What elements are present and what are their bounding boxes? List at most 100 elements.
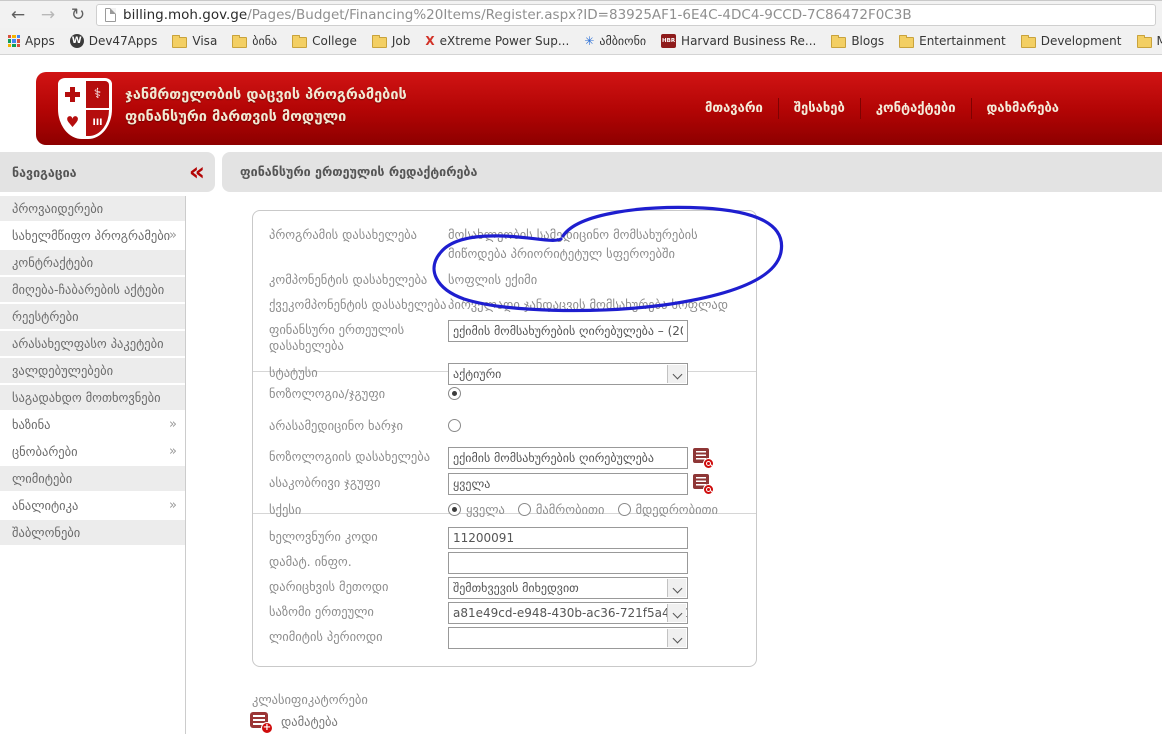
sidebar-item-payment-requests[interactable]: საგადახდო მოთხოვნები bbox=[0, 385, 185, 412]
chevron-down-icon bbox=[667, 604, 686, 622]
bookmark-hbr[interactable]: HBR Harvard Business Re... bbox=[661, 34, 816, 48]
measure-unit-label: საზომი ერთეული bbox=[269, 604, 374, 619]
nav-home[interactable]: მთავარი bbox=[690, 98, 778, 119]
url-path: /Pages/Budget/Financing%20Items/Register… bbox=[247, 6, 912, 23]
bookmark-ambioni[interactable]: ✳ ამბიონი bbox=[584, 34, 646, 48]
limit-period-select[interactable] bbox=[448, 627, 688, 649]
nav-about[interactable]: შესახებ bbox=[777, 98, 860, 119]
browser-toolbar: ← → ↻ billing.moh.gov.ge/Pages/Budget/Fi… bbox=[0, 0, 1162, 28]
age-group-lookup-button[interactable] bbox=[693, 473, 714, 495]
program-value: მოსახლეობის სამედიცინო მომსახურების მიწო… bbox=[448, 227, 698, 262]
folder-icon bbox=[292, 34, 308, 48]
column-icon: III bbox=[92, 117, 103, 128]
artificial-code-input[interactable] bbox=[448, 527, 688, 549]
form-section-codes: ხელოვნური კოდი დამატ. ინფო. დარიცხვის მე… bbox=[253, 513, 756, 649]
magnifier-icon bbox=[703, 483, 714, 495]
sidebar-item-treasury[interactable]: ხაზინა » bbox=[0, 412, 185, 439]
nosology-name-input[interactable] bbox=[448, 446, 688, 469]
bookmark-job[interactable]: Job bbox=[371, 34, 410, 48]
bookmark-label: ბინა bbox=[252, 34, 278, 48]
financial-unit-form: პროგრამის დასახელება მოსახლეობის სამედიც… bbox=[252, 210, 757, 667]
url-text: billing.moh.gov.ge/Pages/Budget/Financin… bbox=[123, 7, 912, 23]
back-icon[interactable]: ← bbox=[6, 2, 30, 28]
folder-icon bbox=[899, 34, 915, 48]
chevron-down-icon bbox=[667, 579, 686, 597]
cross-icon bbox=[65, 86, 80, 102]
plus-icon: + bbox=[261, 722, 273, 734]
refresh-icon[interactable]: ↻ bbox=[66, 2, 90, 28]
bookmark-label: Mind Tools bbox=[1157, 34, 1162, 48]
chevron-right-icon: » bbox=[169, 228, 177, 243]
sidebar-item-label: შაბლონები bbox=[12, 525, 81, 540]
sidebar-item-templates[interactable]: შაბლონები bbox=[0, 520, 185, 547]
sidebar-item-label: ხაზინა bbox=[12, 417, 51, 432]
nav-contacts[interactable]: კონტაქტები bbox=[859, 98, 971, 119]
sex-male-radio[interactable] bbox=[517, 502, 531, 516]
sidebar-item-contracts[interactable]: კონტრაქტები bbox=[0, 250, 185, 277]
sidebar-item-providers[interactable]: პროვაიდერები bbox=[0, 196, 185, 223]
sidebar-item-analytics[interactable]: ანალიტიკა » bbox=[0, 493, 185, 520]
chevron-down-icon bbox=[667, 629, 686, 647]
chevron-down-icon bbox=[667, 365, 686, 384]
bookmark-visa[interactable]: Visa bbox=[172, 34, 217, 48]
page-title: ფინანსური ერთეულის რედაქტირება bbox=[222, 152, 1162, 192]
header-nav: მთავარი შესახებ კონტაქტები დახმარება bbox=[690, 98, 1074, 119]
bookmark-bina[interactable]: ბინა bbox=[232, 34, 277, 48]
forward-icon[interactable]: → bbox=[36, 2, 60, 28]
measure-unit-select[interactable]: a81e49cd-e948-430b-ac36-721f5a4b911 bbox=[448, 602, 688, 624]
component-label: კომპონენტის დასახელება bbox=[269, 271, 428, 287]
x-icon: X bbox=[425, 34, 435, 48]
sidebar-item-nonsalary-packages[interactable]: არასახელფასო პაკეტები bbox=[0, 331, 185, 358]
nav-help[interactable]: დახმარება bbox=[970, 98, 1074, 119]
chevron-right-icon: » bbox=[169, 417, 177, 432]
accrual-method-label: დარიცხვის მეთოდი bbox=[269, 579, 389, 594]
sidebar-item-directories[interactable]: ცნობარები » bbox=[0, 439, 185, 466]
additional-info-input[interactable] bbox=[448, 552, 688, 574]
accrual-method-select[interactable]: შემთხვევის მიხედვით bbox=[448, 577, 688, 599]
bookmark-college[interactable]: College bbox=[292, 34, 357, 48]
nosology-lookup-button[interactable] bbox=[693, 447, 714, 469]
sidebar-item-label: ვალდებულებები bbox=[12, 363, 114, 378]
age-group-input[interactable] bbox=[448, 472, 688, 495]
sidebar-item-registers[interactable]: რეესტრები bbox=[0, 304, 185, 331]
nosology-name-label: ნოზოლოგიის დასახელება bbox=[269, 448, 431, 464]
sidebar-item-state-programs[interactable]: სახელმწიფო პროგრამები» bbox=[0, 223, 185, 250]
sidebar-item-label: კონტრაქტები bbox=[12, 255, 94, 270]
sidebar-item-label: არასახელფასო პაკეტები bbox=[12, 336, 164, 351]
bookmark-entertainment[interactable]: Entertainment bbox=[899, 34, 1006, 48]
folder-icon bbox=[371, 34, 387, 48]
sidebar-collapse-icon[interactable]: « bbox=[189, 154, 205, 190]
sex-female-radio[interactable] bbox=[617, 502, 631, 516]
bookmark-dev47apps[interactable]: W Dev47Apps bbox=[69, 34, 157, 48]
bookmark-label: College bbox=[312, 34, 357, 48]
apps-grid-icon bbox=[8, 35, 20, 47]
nonmedical-expense-radio[interactable] bbox=[448, 418, 461, 432]
program-label: პროგრამის დასახელება bbox=[269, 227, 417, 242]
component-value: სოფლის ექიმი bbox=[448, 271, 538, 287]
bookmark-extreme-power[interactable]: XeXtreme Power Sup... bbox=[425, 34, 569, 48]
bookmark-label: Blogs bbox=[851, 34, 885, 48]
financial-unit-name-input[interactable] bbox=[448, 319, 688, 342]
sidebar-item-obligations[interactable]: ვალდებულებები bbox=[0, 358, 185, 385]
bookmark-label: Development bbox=[1040, 34, 1122, 48]
sidebar-item-acceptance-acts[interactable]: მიღება-ჩაბარების აქტები bbox=[0, 277, 185, 304]
address-bar[interactable]: billing.moh.gov.ge/Pages/Budget/Financin… bbox=[96, 3, 1156, 26]
bookmark-development[interactable]: Development bbox=[1020, 34, 1122, 48]
bookmark-apps[interactable]: Apps bbox=[8, 34, 55, 48]
star-icon: ✳ bbox=[584, 34, 595, 48]
site-title-line1: ჯანმრთელობის დაცვის პროგრამების bbox=[125, 87, 407, 103]
folder-icon bbox=[831, 34, 847, 48]
add-classifier-label: დამატება bbox=[281, 714, 338, 729]
limit-period-label: ლიმიტის პერიოდი bbox=[269, 629, 383, 644]
add-classifier-button[interactable]: + დამატება bbox=[250, 712, 338, 734]
sex-all-radio[interactable] bbox=[448, 502, 461, 516]
status-select[interactable]: აქტიური bbox=[448, 363, 688, 386]
bookmark-blogs[interactable]: Blogs bbox=[831, 34, 884, 48]
sidebar-item-label: პროვაიდერები bbox=[12, 201, 104, 216]
age-group-label: ასაკობრივი ჯგუფი bbox=[269, 474, 381, 490]
bookmark-mind-tools[interactable]: Mind Tools bbox=[1136, 34, 1162, 48]
sidebar-item-label: რეესტრები bbox=[12, 309, 79, 324]
sex-label: სქესი bbox=[269, 501, 302, 517]
nosology-group-radio[interactable] bbox=[448, 386, 461, 400]
sidebar-item-limits[interactable]: ლიმიტები bbox=[0, 466, 185, 493]
